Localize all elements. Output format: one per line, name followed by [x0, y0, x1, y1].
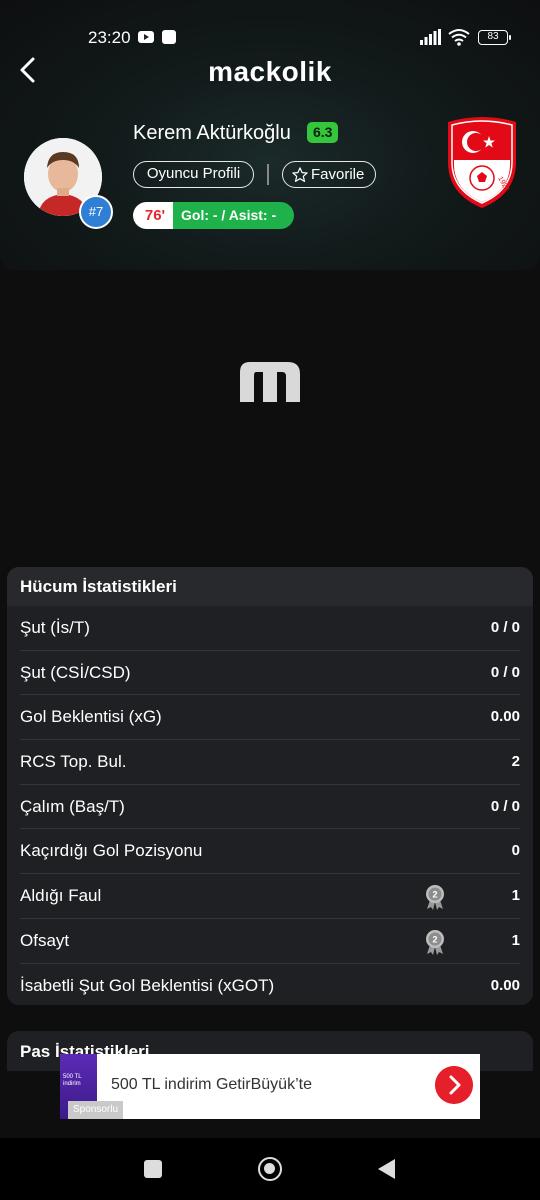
- signal-icon: [420, 29, 441, 45]
- stat-value: 2: [511, 753, 520, 771]
- player-profile-button[interactable]: Oyuncu Profili: [133, 161, 254, 188]
- tff-crest-icon[interactable]: 1923: [442, 116, 522, 210]
- stat-row: Şut (CSİ/CSD) 0 / 0: [20, 651, 520, 696]
- status-time: 23:20: [88, 28, 131, 47]
- stat-label: Kaçırdığı Gol Pozisyonu: [20, 841, 203, 861]
- wifi-icon: [448, 29, 470, 46]
- stat-label: İsabetli Şut Gol Beklentisi (xGOT): [20, 975, 275, 995]
- ad-thumb-text: 500 TL indirim: [63, 1074, 82, 1087]
- medal-icon[interactable]: 2: [424, 884, 446, 911]
- stat-row: Gol Beklentisi (xG) 0.00: [20, 695, 520, 741]
- rating-badge: 6.3: [307, 122, 339, 143]
- star-icon: [292, 166, 308, 182]
- sponsored-label: Sponsorlu: [68, 1101, 124, 1119]
- medal-rank: 2: [432, 890, 437, 900]
- status-bar: 23:20 83: [0, 0, 540, 70]
- system-nav-bar: [0, 1138, 540, 1200]
- medal-icon[interactable]: 2: [424, 929, 446, 955]
- player-name: Kerem Aktürkoğlu: [133, 122, 291, 144]
- attack-stats-title: Hücum İstatistikleri: [7, 567, 533, 606]
- recent-apps-icon[interactable]: [144, 1160, 162, 1178]
- stat-label: Çalım (Baş/T): [20, 796, 125, 816]
- stat-value: 0 / 0: [490, 797, 520, 815]
- chevron-right-icon[interactable]: [435, 1066, 473, 1104]
- attack-stats-card: Hücum İstatistikleri Şut (İs/T) 0 / 0 Şu…: [7, 567, 533, 1005]
- battery-icon: 83: [478, 30, 511, 45]
- stat-value: 0 / 0: [490, 663, 520, 681]
- notification-icon: [162, 30, 176, 44]
- stat-value: 0.00: [490, 708, 520, 726]
- stat-label: Gol Beklentisi (xG): [20, 707, 162, 727]
- mackolik-m-logo-icon: [240, 362, 300, 402]
- stat-row: Çalım (Baş/T) 0 / 0: [20, 785, 520, 830]
- favorite-button[interactable]: Favorile: [282, 161, 376, 188]
- medal-rank: 2: [432, 934, 437, 944]
- stat-row: Kaçırdığı Gol Pozisyonu 0: [20, 829, 520, 875]
- minute-badge: 76': [133, 202, 173, 229]
- stat-row: Aldığı Faul 2 1: [20, 874, 520, 919]
- stat-label: Aldığı Faul: [20, 886, 102, 906]
- favorite-label: Favorile: [311, 165, 365, 183]
- stat-label: Şut (CSİ/CSD): [20, 662, 131, 682]
- stat-label: Ofsayt: [20, 930, 70, 950]
- stat-row: RCS Top. Bul. 2: [20, 740, 520, 785]
- home-icon[interactable]: [258, 1157, 282, 1181]
- ad-text: 500 TL indirim GetirBüyük’te: [111, 1076, 312, 1093]
- youtube-icon: [138, 31, 154, 43]
- back-icon[interactable]: [378, 1159, 395, 1179]
- goal-assist-badge: Gol: - / Asist: -: [173, 202, 294, 229]
- stat-value: 1: [511, 887, 520, 905]
- stat-label: Şut (İs/T): [20, 618, 90, 637]
- stat-value: 0.00: [490, 976, 520, 994]
- stat-label: RCS Top. Bul.: [20, 752, 127, 772]
- jersey-number-badge: #7: [79, 195, 113, 229]
- stat-value: 1: [511, 931, 520, 949]
- stat-row: Ofsayt 2 1: [20, 919, 520, 964]
- button-divider: [267, 164, 269, 185]
- stat-row: Şut (İs/T) 0 / 0: [20, 606, 520, 651]
- stat-value: 0: [511, 842, 520, 860]
- stat-row: İsabetli Şut Gol Beklentisi (xGOT) 0.00: [20, 964, 520, 1006]
- stat-value: 0 / 0: [490, 619, 520, 636]
- ad-banner[interactable]: 500 TL indirim Sponsorlu 500 TL indirim …: [60, 1054, 480, 1119]
